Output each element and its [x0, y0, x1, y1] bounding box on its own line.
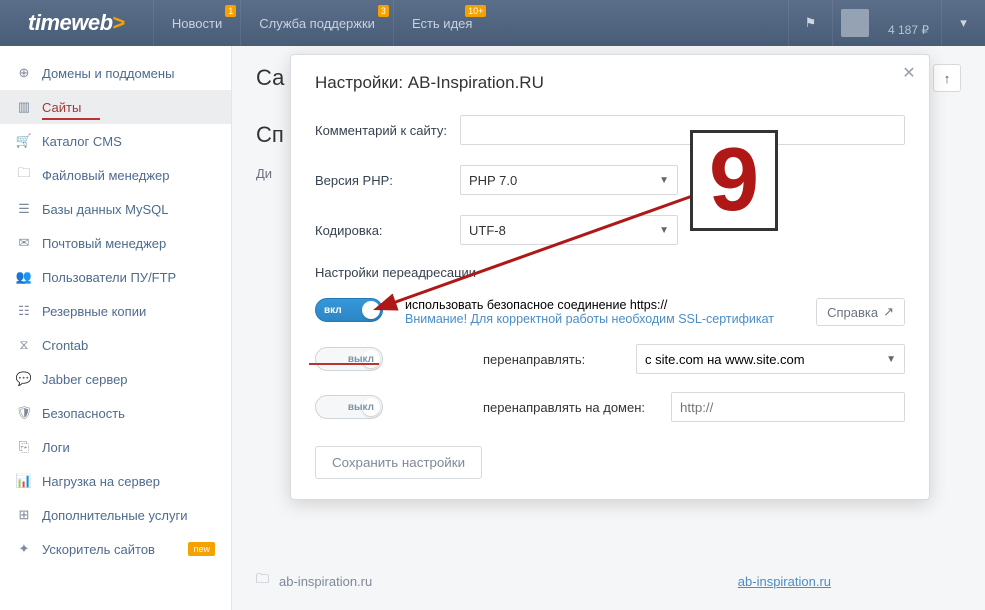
scroll-up-button[interactable]: ↑ [933, 64, 961, 92]
badge-idea: 10+ [465, 5, 486, 17]
chevron-down-icon: ▼ [886, 354, 896, 365]
sidebar-item-backup[interactable]: ☷Резервные копии [0, 294, 231, 328]
logs-icon: ⎘ [16, 439, 32, 455]
sidebar-item-cms[interactable]: 🛒Каталог CMS [0, 124, 231, 158]
php-label: Версия PHP: [315, 173, 460, 188]
users-icon: 👥 [16, 269, 32, 285]
balance-block[interactable]: 4 187 ₽ [876, 9, 941, 37]
domain-redirect-label: перенаправлять на домен: [483, 400, 653, 415]
sites-icon: ▥ [16, 99, 32, 115]
plus-icon: ⊞ [16, 507, 32, 523]
rocket-icon: ✦ [16, 541, 32, 557]
sidebar: ⊕Домены и поддомены ▥Сайты 🛒Каталог CMS … [0, 46, 232, 610]
share-icon: ↗ [883, 304, 894, 320]
comment-label: Комментарий к сайту: [315, 123, 460, 138]
badge-support: 3 [378, 5, 389, 17]
nav-support[interactable]: Служба поддержки 3 [240, 0, 393, 46]
sidebar-item-accelerator[interactable]: ✦Ускоритель сайтовnew [0, 532, 231, 566]
chat-icon: 💬 [16, 371, 32, 387]
account-menu-chevron-icon[interactable]: ▾ [941, 0, 985, 46]
mail-icon: ✉ [16, 235, 32, 251]
nav-idea[interactable]: Есть идея 10+ [393, 0, 490, 46]
sidebar-item-sites[interactable]: ▥Сайты [0, 90, 231, 124]
site-domain-link[interactable]: ab-inspiration.ru [738, 574, 831, 589]
https-warning: Внимание! Для корректной работы необходи… [405, 312, 798, 326]
badge-news: 1 [225, 5, 236, 17]
redirect-section-heading: Настройки переадресации [315, 265, 905, 280]
domain-redirect-input[interactable] [671, 392, 905, 422]
help-button[interactable]: Справка↗ [816, 298, 905, 326]
chevron-down-icon: ▼ [659, 175, 669, 186]
www-redirect-select[interactable]: с site.com на www.site.com▼ [636, 344, 905, 374]
chart-icon: 📊 [16, 473, 32, 489]
folder-icon: 🗀 [16, 167, 32, 183]
globe-icon: ⊕ [16, 65, 32, 81]
php-select[interactable]: PHP 7.0▼ [460, 165, 678, 195]
https-toggle[interactable]: вкл [315, 298, 383, 322]
comment-input[interactable] [460, 115, 905, 145]
encoding-label: Кодировка: [315, 223, 460, 238]
settings-modal: ✕ Настройки: AB-Inspiration.RU Комментар… [290, 54, 930, 500]
www-redirect-toggle[interactable]: выкл [315, 347, 383, 371]
database-icon: ☰ [16, 201, 32, 217]
cart-icon: 🛒 [16, 133, 32, 149]
sidebar-item-jabber[interactable]: 💬Jabber сервер [0, 362, 231, 396]
sidebar-item-files[interactable]: 🗀Файловый менеджер [0, 158, 231, 192]
sidebar-item-ftp[interactable]: 👥Пользователи ПУ/FTP [0, 260, 231, 294]
sidebar-item-mysql[interactable]: ☰Базы данных MySQL [0, 192, 231, 226]
folder-icon: 🗀 [256, 570, 269, 592]
brand-logo[interactable]: timeweb> [0, 10, 153, 36]
sidebar-item-mail[interactable]: ✉Почтовый менеджер [0, 226, 231, 260]
chevron-down-icon: ▼ [659, 225, 669, 236]
modal-title: Настройки: AB-Inspiration.RU [315, 73, 905, 93]
domain-redirect-toggle[interactable]: выкл [315, 395, 383, 419]
save-button[interactable]: Сохранить настройки [315, 446, 482, 479]
https-description: использовать безопасное соединение https… [405, 298, 798, 312]
sidebar-item-security[interactable]: 🛡Безопасность [0, 396, 231, 430]
clock-icon: ⧖ [16, 337, 32, 353]
shield-icon: 🛡 [16, 405, 32, 421]
encoding-select[interactable]: UTF-8▼ [460, 215, 678, 245]
sidebar-item-crontab[interactable]: ⧖Crontab [0, 328, 231, 362]
nav-news[interactable]: Новости 1 [153, 0, 240, 46]
backup-icon: ☷ [16, 303, 32, 319]
site-folder-name: ab-inspiration.ru [279, 574, 372, 589]
sidebar-item-services[interactable]: ⊞Дополнительные услуги [0, 498, 231, 532]
sidebar-item-domains[interactable]: ⊕Домены и поддомены [0, 56, 231, 90]
www-redirect-label: перенаправлять: [483, 352, 618, 367]
page-title: Са [256, 65, 284, 91]
new-badge: new [188, 542, 215, 556]
avatar[interactable] [832, 0, 876, 46]
site-row[interactable]: 🗀 ab-inspiration.ru ab-inspiration.ru [256, 562, 961, 600]
sidebar-item-load[interactable]: 📊Нагрузка на сервер [0, 464, 231, 498]
sidebar-item-logs[interactable]: ⎘Логи [0, 430, 231, 464]
close-icon[interactable]: ✕ [899, 63, 919, 83]
notifications-icon[interactable]: ⚑ [788, 0, 832, 46]
